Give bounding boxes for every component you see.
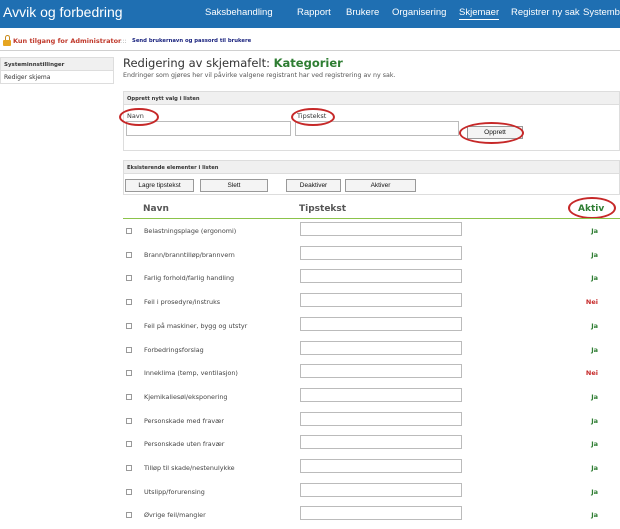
row-name: Farlig forhold/farlig handling (144, 274, 235, 283)
row-name: Feil på maskiner, bygg og utstyr (144, 321, 248, 330)
page-title-prefix: Redigering av skjemafelt: (123, 56, 270, 70)
header-divider (0, 50, 620, 51)
row-tip-input[interactable] (300, 222, 462, 236)
row-active-status: Ja (591, 274, 598, 283)
row-checkbox[interactable] (126, 275, 132, 282)
existing-panel-title: Eksisterende elementer i listen (124, 161, 619, 174)
table-row: Feil i prosedyre/instruks Nei (123, 290, 620, 313)
highlight-ring-name (119, 108, 159, 126)
nav-saksbehandling[interactable]: Saksbehandling (205, 7, 273, 18)
row-name: Utslipp/forurensing (144, 487, 205, 496)
activate-button[interactable]: Aktiver (345, 179, 416, 192)
deactivate-button[interactable]: Deaktiver (286, 179, 341, 192)
page-title-field: Kategorier (273, 56, 343, 70)
admin-separator: ::: (120, 37, 127, 45)
nav-organisering[interactable]: Organisering (392, 7, 446, 18)
row-checkbox[interactable] (126, 228, 132, 234)
row-name: Feil i prosedyre/instruks (144, 298, 221, 307)
column-header-name: Navn (143, 204, 169, 214)
table-row: Forbedringsforslag Ja (123, 338, 620, 361)
row-checkbox[interactable] (126, 488, 132, 495)
sidebar-title: Systeminnstillinger (0, 57, 114, 71)
row-tip-input[interactable] (300, 482, 462, 497)
send-credentials-link[interactable]: Send brukernavn og passord til brukere (132, 38, 251, 44)
sidebar-item-rediger-skjema[interactable]: Rediger skjema (0, 71, 114, 84)
row-tip-input[interactable] (300, 269, 462, 284)
row-checkbox[interactable] (126, 417, 132, 424)
admin-notice-bar: Kun tilgang for Administrator ::: Send b… (0, 35, 620, 50)
row-name: Personskade uten fravær (144, 440, 225, 449)
row-checkbox[interactable] (126, 251, 132, 258)
row-name: Kjemikaliesøl/eksponering (144, 392, 228, 401)
row-checkbox[interactable] (126, 512, 132, 519)
row-checkbox[interactable] (126, 322, 132, 329)
page-title: Redigering av skjemafelt: Kategorier (123, 56, 343, 70)
row-name: Personskade med fravær (144, 416, 225, 425)
row-checkbox[interactable] (126, 346, 132, 353)
row-checkbox[interactable] (126, 441, 132, 448)
nav-brukere[interactable]: Brukere (346, 7, 379, 18)
table-row: Farlig forhold/farlig handling Ja (123, 266, 620, 289)
row-name: Forbedringsforslag (144, 345, 204, 354)
row-active-status: Ja (591, 511, 598, 520)
table-row: Kjemikaliesøl/eksponering Ja (123, 385, 620, 408)
nav-skjemaer[interactable]: Skjemaer (459, 7, 500, 20)
table-row: Belastningsplage (ergonomi) Ja (123, 219, 620, 242)
app-title[interactable]: Avvik og forbedring (3, 4, 123, 20)
row-name: Tilløp til skade/nestenulykke (144, 464, 235, 472)
row-tip-input[interactable] (300, 411, 462, 426)
row-tip-input[interactable] (300, 435, 462, 450)
row-name: Brann/branntilløp/brannvern (144, 250, 235, 259)
nav-registrer-ny-sak[interactable]: Registrer ny sak (511, 7, 580, 18)
admin-only-text: Kun tilgang for Administrator (13, 37, 122, 45)
highlight-ring-active (568, 197, 616, 219)
table-row: Personskade uten fravær Ja (123, 432, 620, 455)
create-panel-title: Opprett nytt valg i listen (124, 92, 619, 105)
row-active-status: Nei (585, 369, 598, 378)
row-active-status: Ja (591, 250, 598, 259)
row-checkbox[interactable] (126, 465, 132, 471)
row-active-status: Ja (591, 487, 598, 496)
row-checkbox[interactable] (126, 299, 132, 306)
row-active-status: Ja (591, 464, 598, 472)
table-row: Brann/branntilløp/brannvern Ja (123, 243, 620, 266)
table-row: Øvrige feil/mangler Ja (123, 503, 620, 526)
row-active-status: Nei (585, 298, 598, 307)
row-active-status: Ja (591, 392, 598, 401)
row-active-status: Ja (591, 345, 598, 354)
table-row: Tilløp til skade/nestenulykke Ja (123, 456, 620, 479)
page-subtitle: Endringer som gjøres her vil påvirke val… (123, 72, 396, 79)
table-row: Personskade med fravær Ja (123, 409, 620, 432)
sidebar: Systeminnstillinger Rediger skjema (0, 57, 114, 84)
row-tip-input[interactable] (300, 340, 462, 355)
highlight-ring-tip (291, 108, 335, 126)
row-tip-input[interactable] (300, 459, 462, 473)
row-tip-input[interactable] (300, 293, 462, 308)
row-tip-input[interactable] (300, 245, 462, 260)
table-row: Utslipp/forurensing Ja (123, 480, 620, 503)
table-row: Inneklima (temp, ventilasjon) Nei (123, 361, 620, 384)
highlight-ring-create (459, 122, 524, 144)
row-active-status: Ja (591, 227, 598, 235)
row-tip-input[interactable] (300, 506, 462, 521)
row-name: Øvrige feil/mangler (144, 511, 206, 520)
row-tip-input[interactable] (300, 387, 462, 402)
top-navigation-bar: Avvik og forbedring Saksbehandling Rappo… (0, 0, 620, 28)
lock-icon (3, 35, 11, 46)
row-name: Inneklima (temp, ventilasjon) (144, 369, 238, 378)
row-tip-input[interactable] (300, 364, 462, 379)
row-checkbox[interactable] (126, 393, 132, 400)
row-checkbox[interactable] (126, 370, 132, 377)
row-tip-input[interactable] (300, 316, 462, 331)
delete-button[interactable]: Slett (200, 179, 268, 192)
row-active-status: Ja (591, 440, 598, 449)
nav-rapport[interactable]: Rapport (297, 7, 331, 18)
column-header-tip: Tipstekst (299, 204, 347, 214)
table-row: Feil på maskiner, bygg og utstyr Ja (123, 314, 620, 337)
nav-systembruker[interactable]: Systembruker (583, 7, 620, 18)
row-active-status: Ja (591, 321, 598, 330)
row-name: Belastningsplage (ergonomi) (144, 227, 237, 235)
row-active-status: Ja (591, 416, 598, 425)
save-tips-button[interactable]: Lagre tipstekst (125, 179, 194, 192)
